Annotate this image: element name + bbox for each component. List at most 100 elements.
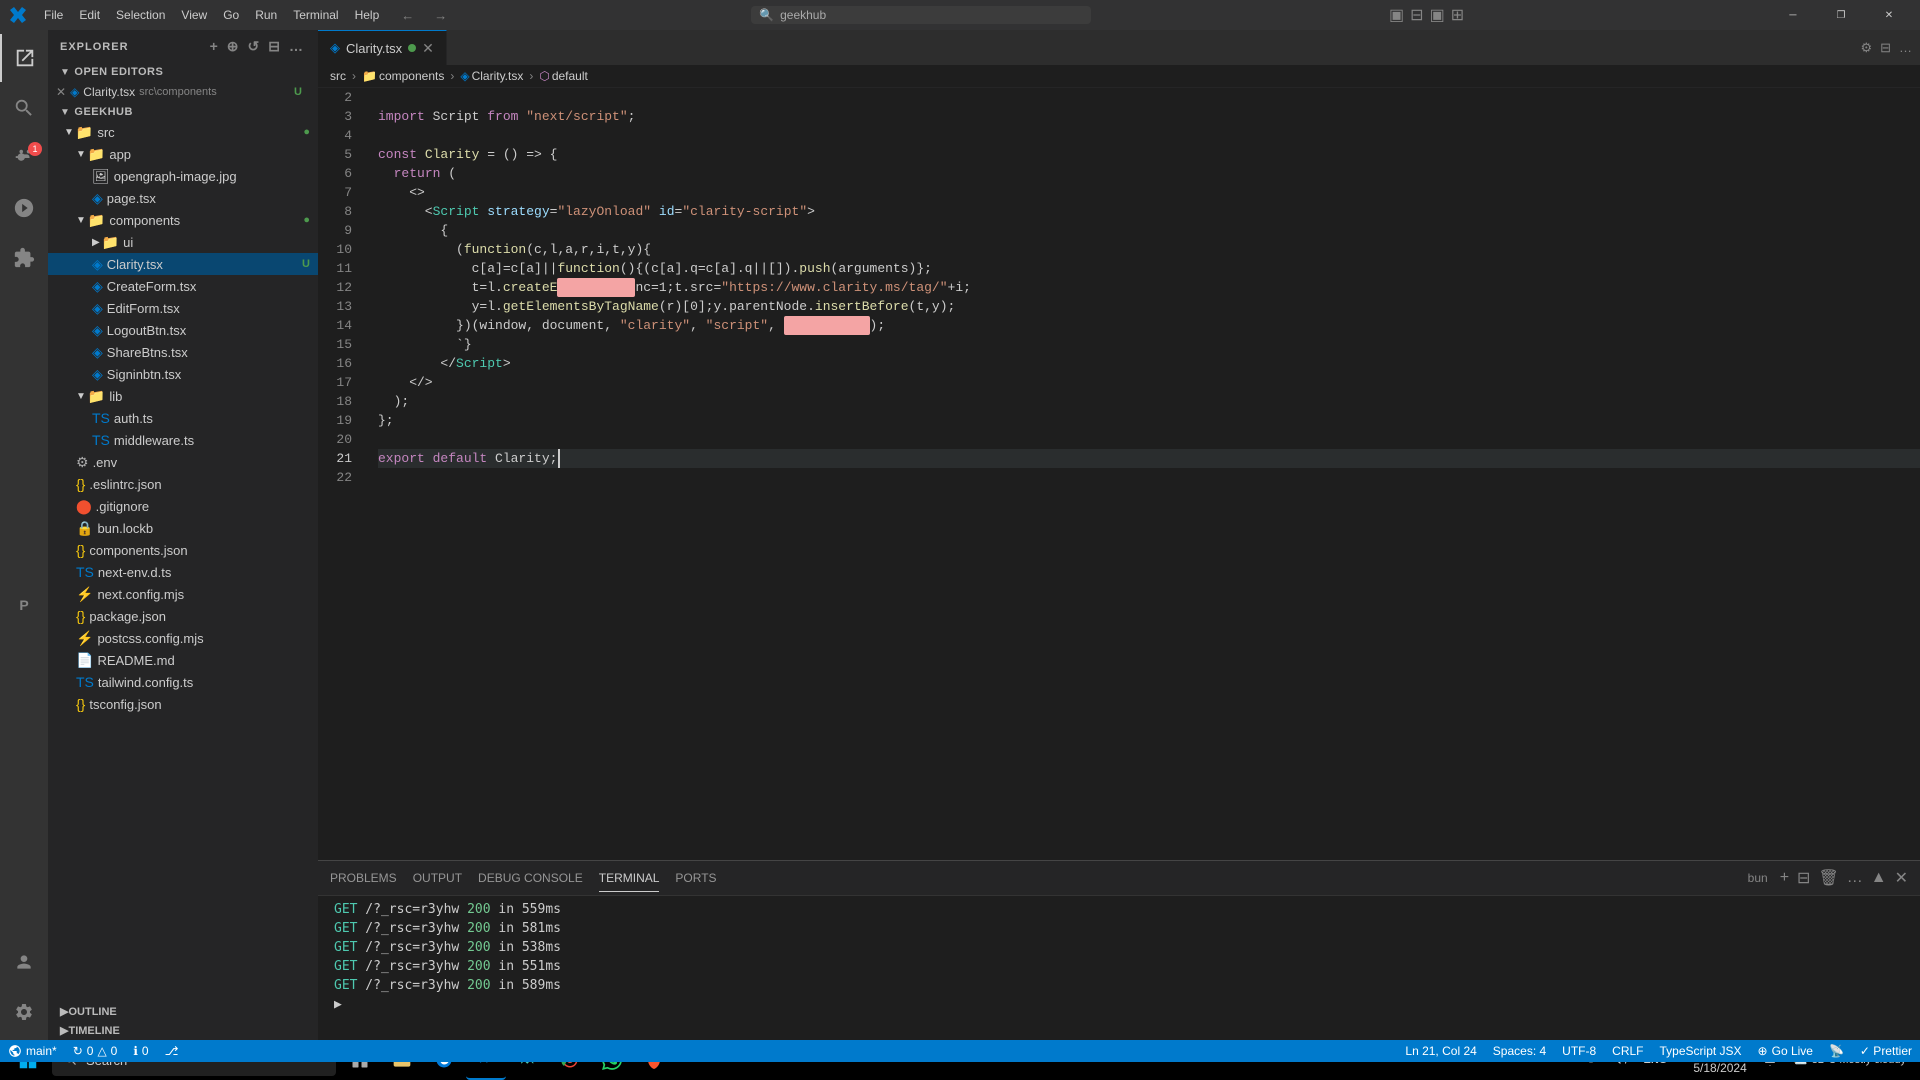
tab-problems[interactable]: PROBLEMS bbox=[330, 865, 397, 892]
tree-package-json[interactable]: {} package.json bbox=[48, 605, 318, 627]
tree-gitignore[interactable]: ⬤ .gitignore bbox=[48, 495, 318, 517]
tree-editform[interactable]: ◈ EditForm.tsx bbox=[48, 297, 318, 319]
explorer-activity-icon[interactable] bbox=[0, 34, 48, 82]
tree-opengraph[interactable]: 🖼 opengraph-image.jpg bbox=[48, 165, 318, 187]
tree-lib-folder[interactable]: ▼ 📁 lib bbox=[48, 385, 318, 407]
tree-components-json[interactable]: {} components.json bbox=[48, 539, 318, 561]
timeline-section[interactable]: ▶ TIMELINE bbox=[48, 1021, 318, 1040]
close-clarity-button[interactable]: ✕ bbox=[56, 85, 66, 99]
more-terminal-button[interactable]: … bbox=[1847, 869, 1863, 887]
primary-sidebar-toggle[interactable]: ▣ bbox=[1389, 5, 1404, 25]
line-ending-status[interactable]: CRLF bbox=[1604, 1040, 1651, 1062]
language-status[interactable]: TypeScript JSX bbox=[1652, 1040, 1750, 1062]
nav-back[interactable]: ← bbox=[395, 6, 420, 25]
tab-debug-console[interactable]: DEBUG CONSOLE bbox=[478, 865, 583, 892]
tree-next-config[interactable]: ⚡ next.config.mjs bbox=[48, 583, 318, 605]
accounts-activity-icon[interactable] bbox=[0, 938, 48, 986]
bc-clarity[interactable]: ◈ Clarity.tsx bbox=[460, 69, 523, 83]
bc-src[interactable]: src bbox=[330, 69, 346, 83]
extensions-activity-icon[interactable] bbox=[0, 234, 48, 282]
outline-section[interactable]: ▶ OUTLINE bbox=[48, 1002, 318, 1021]
live-share-status[interactable]: ⊕ Go Live bbox=[1750, 1040, 1821, 1062]
settings-activity-icon[interactable] bbox=[0, 988, 48, 1036]
more-editor-icon[interactable]: … bbox=[1899, 40, 1912, 55]
prettier-status[interactable]: ✓ Prettier bbox=[1852, 1040, 1920, 1062]
tree-auth-ts[interactable]: TS auth.ts bbox=[48, 407, 318, 429]
tree-readme[interactable]: 📄 README.md bbox=[48, 649, 318, 671]
tree-clarity-tsx[interactable]: ◈ Clarity.tsx U bbox=[48, 253, 318, 275]
restore-button[interactable]: ❐ bbox=[1818, 0, 1864, 30]
title-search[interactable]: 🔍 geekhub bbox=[751, 6, 1091, 24]
split-editor-icon[interactable]: ⊟ bbox=[1880, 40, 1891, 56]
encoding-status[interactable]: UTF-8 bbox=[1554, 1040, 1604, 1062]
menu-terminal[interactable]: Terminal bbox=[285, 6, 346, 24]
menu-edit[interactable]: Edit bbox=[71, 6, 108, 24]
tab-terminal[interactable]: TERMINAL bbox=[599, 865, 660, 892]
tree-eslintrc[interactable]: {} .eslintrc.json bbox=[48, 473, 318, 495]
settings-editor-icon[interactable]: ⚙ bbox=[1860, 40, 1872, 56]
code-editor[interactable]: 2 3 4 5 6 7 8 9 10 11 12 13 14 15 16 17 … bbox=[318, 88, 1920, 860]
nav-forward[interactable]: → bbox=[428, 6, 453, 25]
sync-status[interactable]: ↻ 0 △ 0 bbox=[65, 1040, 126, 1062]
tree-page-tsx[interactable]: ◈ page.tsx bbox=[48, 187, 318, 209]
new-folder-button[interactable]: ⊕ bbox=[225, 36, 242, 57]
spaces-status[interactable]: Spaces: 4 bbox=[1485, 1040, 1554, 1062]
tree-logoutbtn[interactable]: ◈ LogoutBtn.tsx bbox=[48, 319, 318, 341]
add-terminal-button[interactable]: + bbox=[1780, 869, 1789, 887]
split-terminal-button[interactable]: ⊟ bbox=[1797, 868, 1810, 888]
bc-components[interactable]: 📁 components bbox=[362, 69, 444, 83]
open-editors-section[interactable]: ▼ OPEN EDITORS bbox=[48, 63, 318, 81]
menu-selection[interactable]: Selection bbox=[108, 6, 173, 24]
menu-view[interactable]: View bbox=[173, 6, 215, 24]
ln-20: 20 bbox=[318, 430, 360, 449]
git-status[interactable]: ⎇ bbox=[157, 1040, 187, 1062]
more-options-button[interactable]: … bbox=[287, 36, 306, 57]
tree-sharebtns[interactable]: ◈ ShareBtns.tsx bbox=[48, 341, 318, 363]
position-status[interactable]: Ln 21, Col 24 bbox=[1397, 1040, 1484, 1062]
info-status[interactable]: ℹ 0 bbox=[125, 1040, 156, 1062]
close-button[interactable]: ✕ bbox=[1866, 0, 1912, 30]
run-debug-activity-icon[interactable] bbox=[0, 184, 48, 232]
tree-components-folder[interactable]: ▼ 📁 components ● bbox=[48, 209, 318, 231]
tab-output[interactable]: OUTPUT bbox=[413, 865, 462, 892]
menu-file[interactable]: File bbox=[36, 6, 71, 24]
tree-tsconfig[interactable]: {} tsconfig.json bbox=[48, 693, 318, 715]
remote-status[interactable]: main* bbox=[0, 1040, 65, 1062]
tree-bun-lockb[interactable]: 🔒 bun.lockb bbox=[48, 517, 318, 539]
menu-run[interactable]: Run bbox=[247, 6, 285, 24]
new-file-button[interactable]: + bbox=[208, 36, 221, 57]
tree-postcss-config[interactable]: ⚡ postcss.config.mjs bbox=[48, 627, 318, 649]
tree-middleware-ts[interactable]: TS middleware.ts bbox=[48, 429, 318, 451]
tree-ui-folder[interactable]: ▶ 📁 ui bbox=[48, 231, 318, 253]
open-editor-item-clarity[interactable]: ✕ ◈ Clarity.tsx src\components U bbox=[48, 81, 318, 103]
tree-src-folder[interactable]: ▼ 📁 src ● bbox=[48, 121, 318, 143]
code-line-21: export default Clarity; bbox=[378, 449, 1920, 468]
tree-createform[interactable]: ◈ CreateForm.tsx bbox=[48, 275, 318, 297]
tab-clarity-tsx[interactable]: ◈ Clarity.tsx ✕ bbox=[318, 30, 447, 65]
tree-tailwind-config[interactable]: TS tailwind.config.ts bbox=[48, 671, 318, 693]
geekhub-section[interactable]: ▼ GEEKHUB bbox=[48, 103, 318, 121]
clarity-tab-close[interactable]: ✕ bbox=[422, 40, 434, 57]
source-control-activity-icon[interactable]: 1 bbox=[0, 134, 48, 182]
minimize-button[interactable]: ─ bbox=[1770, 0, 1816, 30]
collapse-button[interactable]: ⊟ bbox=[266, 36, 283, 57]
trash-terminal-button[interactable]: 🗑 bbox=[1818, 868, 1838, 888]
layout-toggle[interactable]: ⊞ bbox=[1451, 5, 1464, 25]
menu-help[interactable]: Help bbox=[347, 6, 388, 24]
close-panel-button[interactable]: ✕ bbox=[1895, 868, 1908, 888]
menu-go[interactable]: Go bbox=[215, 6, 247, 24]
secondary-sidebar-toggle[interactable]: ▣ bbox=[1430, 5, 1445, 25]
tree-app-folder[interactable]: ▼ 📁 app bbox=[48, 143, 318, 165]
remote-icon[interactable]: P bbox=[0, 581, 48, 629]
refresh-button[interactable]: ↺ bbox=[246, 36, 263, 57]
panel-toggle[interactable]: ⊟ bbox=[1410, 5, 1423, 25]
tree-signinbtn[interactable]: ◈ Signinbtn.tsx bbox=[48, 363, 318, 385]
tab-ports[interactable]: PORTS bbox=[675, 865, 716, 892]
code-content[interactable]: import Script from "next/script"; const … bbox=[368, 88, 1920, 860]
search-activity-icon[interactable] bbox=[0, 84, 48, 132]
bc-default[interactable]: ⬡ default bbox=[539, 69, 588, 83]
broadcast-status[interactable]: 📡 bbox=[1821, 1040, 1852, 1062]
tree-next-env-dts[interactable]: TS next-env.d.ts bbox=[48, 561, 318, 583]
tree-env[interactable]: ⚙ .env bbox=[48, 451, 318, 473]
maximize-panel-button[interactable]: ▲ bbox=[1871, 869, 1887, 887]
